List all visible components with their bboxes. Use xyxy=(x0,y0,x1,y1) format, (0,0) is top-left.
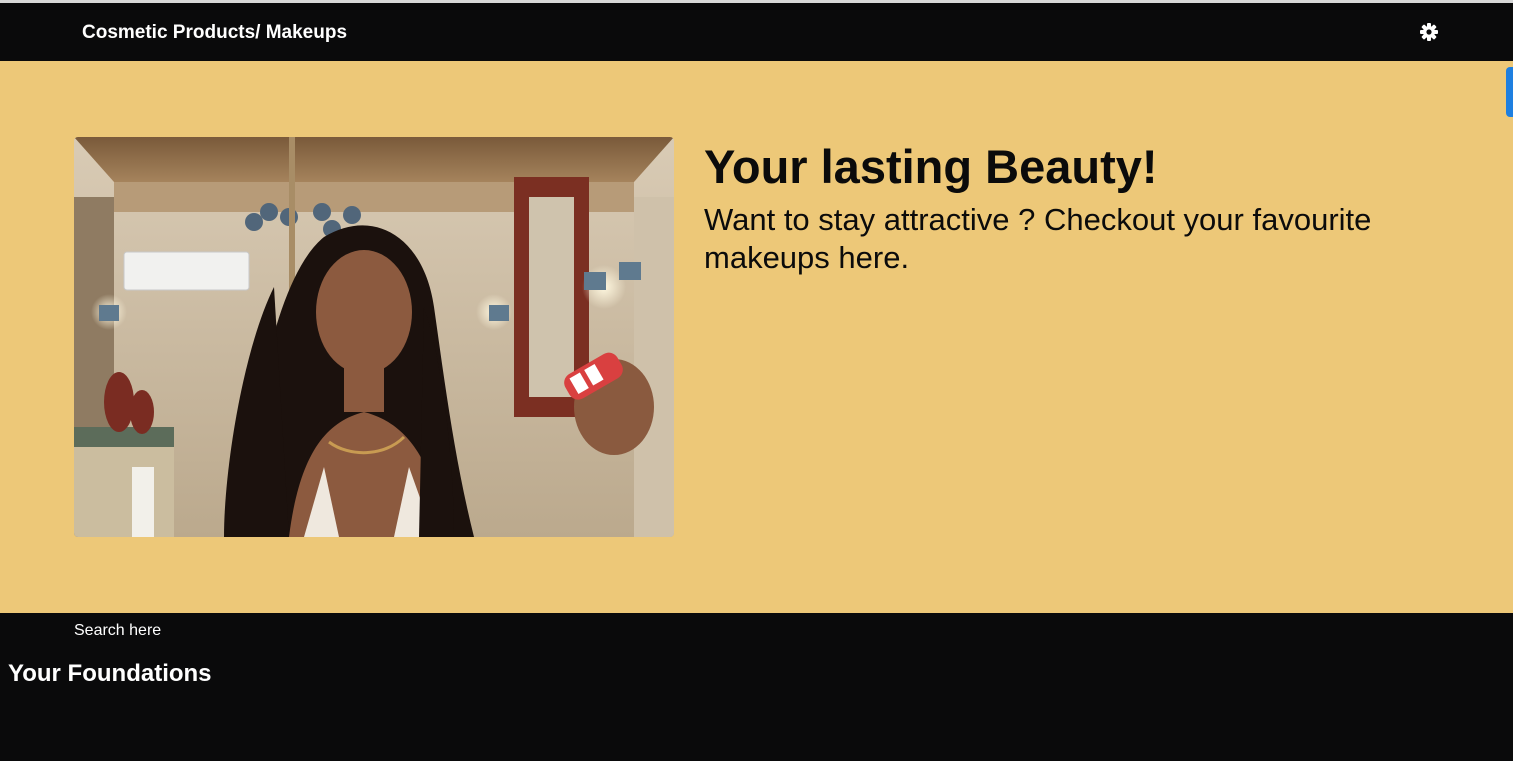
scrollbar-thumb[interactable] xyxy=(1506,67,1513,117)
hero-subtitle: Want to stay attractive ? Checkout your … xyxy=(704,202,1372,275)
navbar: Cosmetic Products/ Makeups xyxy=(0,3,1513,61)
search-label[interactable]: Search here xyxy=(74,622,161,640)
hero-image xyxy=(74,137,674,537)
foundations-section-title: Your Foundations xyxy=(8,660,212,687)
brand-title[interactable]: Cosmetic Products/ Makeups xyxy=(82,22,347,44)
gear-icon[interactable] xyxy=(1419,22,1439,42)
hero-banner: Your lasting Beauty! Want to stay attrac… xyxy=(0,61,1513,613)
woman-with-lipstick-photo xyxy=(74,137,674,537)
hero-title: Your lasting Beauty! xyxy=(704,140,1158,193)
